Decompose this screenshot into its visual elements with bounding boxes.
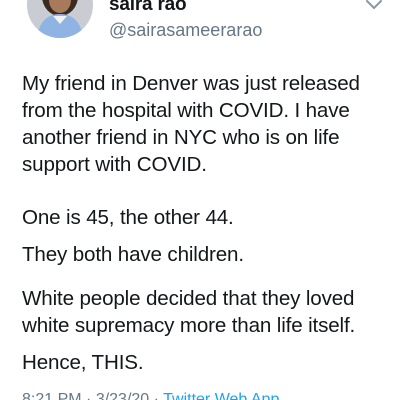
tweet-time[interactable]: 8:21 PM (22, 391, 82, 400)
tweet-text-paragraph: My friend in Denver was just released fr… (22, 72, 360, 176)
meta-separator: · (149, 391, 164, 400)
tweet-meta: 8:21 PM · 3/23/20 · Twitter Web App (22, 391, 394, 400)
tweet-text-paragraph: One is 45, the other 44. (22, 206, 234, 229)
display-name[interactable]: saira rao (109, 0, 187, 16)
tweet-date[interactable]: 3/23/20 (96, 391, 149, 400)
meta-separator: · (81, 391, 96, 400)
tweet-text-paragraph: They both have children. (22, 243, 244, 266)
chevron-down-icon[interactable] (364, 0, 384, 12)
tweet-text-paragraph: White people decided that they loved whi… (22, 287, 356, 337)
tweet-source[interactable]: Twitter Web App (163, 391, 279, 400)
user-handle[interactable]: @sairasameerarao (109, 20, 262, 41)
avatar-image (27, 0, 93, 38)
tweet-text-paragraph: Hence, THIS. (22, 351, 144, 374)
avatar[interactable] (27, 0, 93, 38)
tweet: saira rao @sairasameerarao My friend in … (0, 0, 400, 400)
